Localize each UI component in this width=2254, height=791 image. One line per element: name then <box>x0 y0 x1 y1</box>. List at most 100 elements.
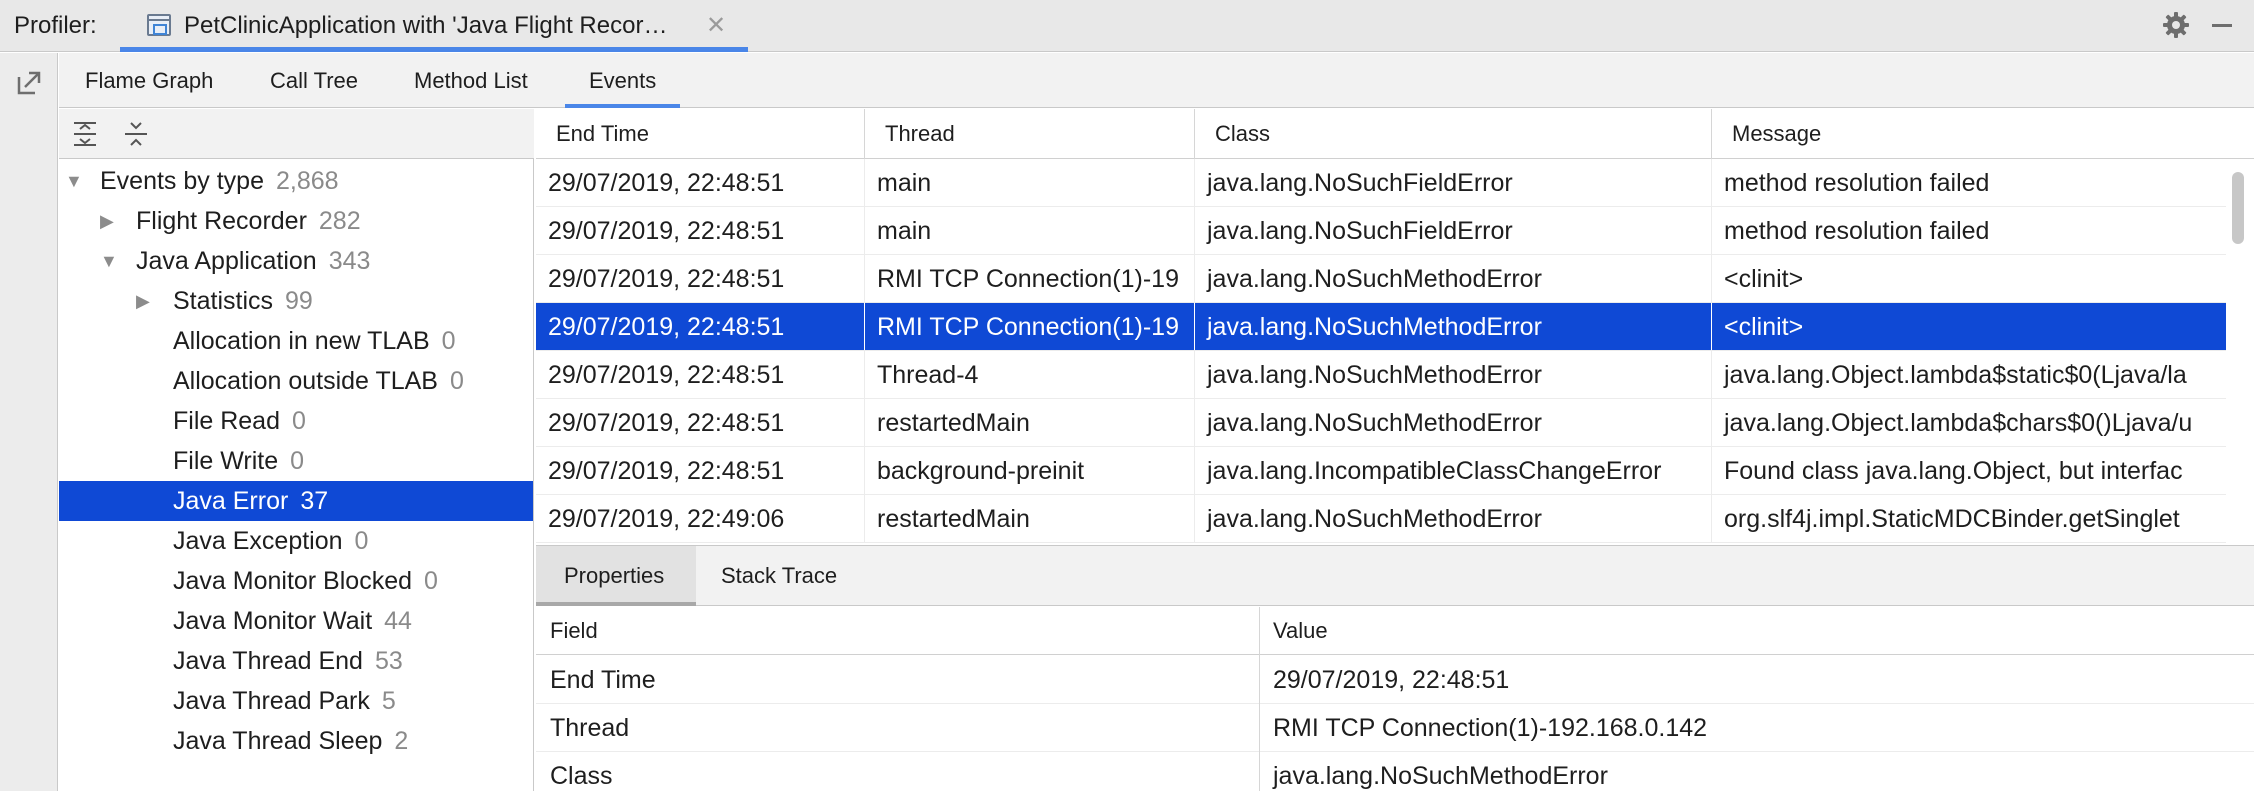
tree-node-java-application[interactable]: ▼ Java Application 343 <box>59 241 533 281</box>
expanded-arrow-icon[interactable]: ▼ <box>100 241 118 281</box>
tree-node-count: 5 <box>381 687 396 715</box>
tree-node-count: 0 <box>449 367 464 395</box>
gear-icon[interactable] <box>2161 10 2191 40</box>
property-field: Thread <box>550 714 630 742</box>
tree-node-statistics[interactable]: ▶ Statistics 99 <box>59 281 533 321</box>
column-header-end-time[interactable]: End Time <box>536 109 865 159</box>
tab-properties[interactable]: Properties <box>536 546 696 606</box>
cell-message: java.lang.Object.lambda$chars$0()Ljava/u <box>1724 409 2193 437</box>
tree-node-label: Java Thread End <box>173 647 363 675</box>
tree-node-label: Events by type <box>100 167 264 195</box>
cell-end-time: 29/07/2019, 22:49:06 <box>536 495 865 542</box>
tab-flame-graph[interactable]: Flame Graph <box>85 53 213 108</box>
tree-node-label: Java Application <box>136 247 317 275</box>
tree-node-events-by-type[interactable]: ▼ Events by type 2,868 <box>59 161 533 201</box>
scrollbar-thumb[interactable] <box>2232 172 2244 244</box>
tree-node-java-error[interactable]: Java Error 37 <box>59 481 533 521</box>
event-type-tree: ▼ Events by type 2,868 ▶ Flight Recorder 2… <box>59 109 534 791</box>
tree-node-count: 44 <box>384 607 412 635</box>
tree-toolbar <box>59 109 534 159</box>
cell-class: java.lang.NoSuchMethodError <box>1195 495 1712 542</box>
collapsed-arrow-icon[interactable]: ▶ <box>136 281 150 321</box>
property-field: Class <box>550 762 613 790</box>
tree-node-java-monitor-wait[interactable]: Java Monitor Wait 44 <box>59 601 533 641</box>
tree-node-count: 0 <box>290 447 305 475</box>
column-header-thread[interactable]: Thread <box>865 109 1195 159</box>
tree-node-java-thread-end[interactable]: Java Thread End 53 <box>59 641 533 681</box>
tree-node-label: Java Exception <box>173 527 343 555</box>
view-tabs: Flame Graph Call Tree Method List Events <box>59 53 2254 108</box>
cell-message: java.lang.Object.lambda$static$0(Ljava/l… <box>1724 361 2187 389</box>
table-row[interactable]: 29/07/2019, 22:48:51 main java.lang.NoSu… <box>536 159 2226 207</box>
cell-thread: background-preinit <box>865 447 1195 494</box>
cell-class: java.lang.NoSuchMethodError <box>1195 255 1712 302</box>
tree-node-flight-recorder[interactable]: ▶ Flight Recorder 282 <box>59 201 533 241</box>
cell-class: java.lang.IncompatibleClassChangeError <box>1195 447 1712 494</box>
cell-end-time: 29/07/2019, 22:48:51 <box>536 303 865 350</box>
cell-message: Found class java.lang.Object, but interf… <box>1724 457 2183 485</box>
tree-node-java-thread-sleep[interactable]: Java Thread Sleep 2 <box>59 721 533 761</box>
tree-node-java-thread-park[interactable]: Java Thread Park 5 <box>59 681 533 721</box>
tree-node-allocation-outside-tlab[interactable]: Allocation outside TLAB 0 <box>59 361 533 401</box>
close-icon[interactable]: ✕ <box>706 0 726 52</box>
table-row[interactable]: 29/07/2019, 22:48:51 background-preinit … <box>536 447 2226 495</box>
tab-stack-trace[interactable]: Stack Trace <box>721 546 837 606</box>
expanded-arrow-icon[interactable]: ▼ <box>65 161 83 201</box>
tree-node-count: 99 <box>285 287 313 315</box>
events-scrollbar[interactable] <box>2230 164 2246 542</box>
property-row[interactable]: End Time 29/07/2019, 22:48:51 <box>536 656 2254 704</box>
tab-method-list[interactable]: Method List <box>414 53 528 108</box>
tab-call-tree[interactable]: Call Tree <box>270 53 358 108</box>
export-arrow-icon[interactable] <box>15 69 43 97</box>
table-row[interactable]: 29/07/2019, 22:48:51 Thread-4 java.lang.… <box>536 351 2226 399</box>
cell-end-time: 29/07/2019, 22:48:51 <box>536 159 865 206</box>
cell-thread: restartedMain <box>865 399 1195 446</box>
tree-node-label: Java Thread Park <box>173 687 370 715</box>
tree-node-count: 0 <box>441 327 456 355</box>
cell-end-time: 29/07/2019, 22:48:51 <box>536 351 865 398</box>
cell-class: java.lang.NoSuchFieldError <box>1195 207 1712 254</box>
tab-events[interactable]: Events <box>564 53 681 108</box>
collapse-all-icon[interactable] <box>122 120 150 148</box>
expand-all-icon[interactable] <box>71 120 99 148</box>
tree-node-java-exception[interactable]: Java Exception 0 <box>59 521 533 561</box>
table-row[interactable]: 29/07/2019, 22:49:06 restartedMain java.… <box>536 495 2226 543</box>
cell-message: method resolution failed <box>1724 217 1990 245</box>
tree-node-file-read[interactable]: File Read 0 <box>59 401 533 441</box>
column-divider[interactable] <box>1259 607 1260 791</box>
property-field: End Time <box>550 666 656 694</box>
events-table-header: End Time Thread Class Message <box>536 109 2254 159</box>
tree-node-java-monitor-blocked[interactable]: Java Monitor Blocked 0 <box>59 561 533 601</box>
minimize-icon[interactable] <box>2212 24 2232 27</box>
profiler-tab[interactable]: PetClinicApplication with 'Java Flight R… <box>120 0 748 52</box>
column-header-field: Field <box>550 618 598 643</box>
property-value: RMI TCP Connection(1)-192.168.0.142 <box>1273 714 1708 742</box>
cell-class: java.lang.NoSuchFieldError <box>1195 159 1712 206</box>
tree-node-label: Statistics <box>173 287 274 315</box>
collapsed-arrow-icon[interactable]: ▶ <box>100 201 114 241</box>
cell-end-time: 29/07/2019, 22:48:51 <box>536 207 865 254</box>
cell-end-time: 29/07/2019, 22:48:51 <box>536 447 865 494</box>
property-value: 29/07/2019, 22:48:51 <box>1273 666 1510 694</box>
property-row[interactable]: Class java.lang.NoSuchMethodError <box>536 752 2254 791</box>
cell-thread: Thread-4 <box>865 351 1195 398</box>
tree-node-allocation-new-tlab[interactable]: Allocation in new TLAB 0 <box>59 321 533 361</box>
table-row[interactable]: 29/07/2019, 22:48:51 RMI TCP Connection(… <box>536 255 2226 303</box>
cell-message: <clinit> <box>1724 265 1804 293</box>
tree-node-file-write[interactable]: File Write 0 <box>59 441 533 481</box>
cell-class: java.lang.NoSuchMethodError <box>1195 351 1712 398</box>
table-row[interactable]: 29/07/2019, 22:48:51 main java.lang.NoSu… <box>536 207 2226 255</box>
cell-thread: restartedMain <box>865 495 1195 542</box>
tree-node-count: 0 <box>424 567 438 595</box>
event-details-panel: Properties Stack Trace Field Value End T… <box>536 545 2254 791</box>
column-header-message[interactable]: Message <box>1712 109 2230 159</box>
tree-node-label: Java Monitor Blocked <box>173 567 413 595</box>
property-row[interactable]: Thread RMI TCP Connection(1)-192.168.0.1… <box>536 704 2254 752</box>
tree-node-count: 343 <box>328 247 371 275</box>
column-header-value: Value <box>1273 618 1328 643</box>
cell-class: java.lang.NoSuchMethodError <box>1195 303 1712 350</box>
tree-node-label: Allocation in new TLAB <box>173 327 430 355</box>
table-row-selected[interactable]: 29/07/2019, 22:48:51 RMI TCP Connection(… <box>536 303 2226 351</box>
table-row[interactable]: 29/07/2019, 22:48:51 restartedMain java.… <box>536 399 2226 447</box>
column-header-class[interactable]: Class <box>1195 109 1712 159</box>
